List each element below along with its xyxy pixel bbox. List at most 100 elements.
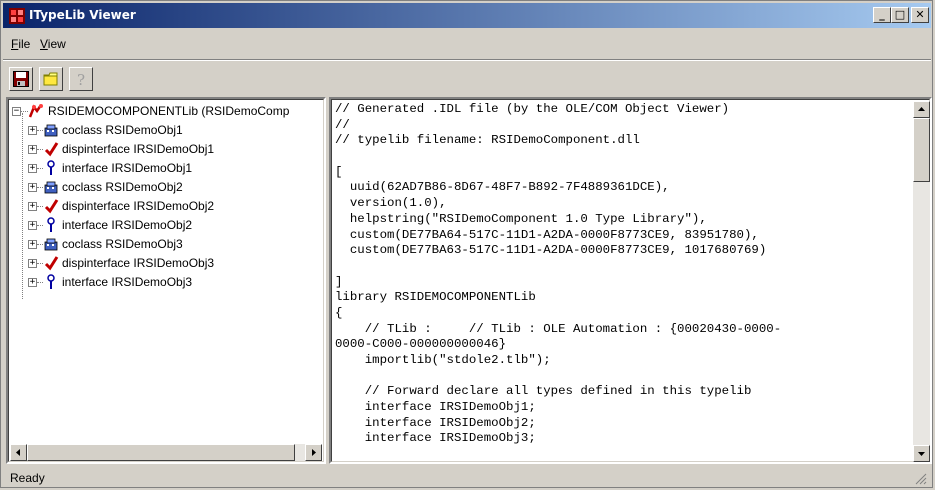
tree-node[interactable]: + interface IRSIDemoObj1 bbox=[8, 159, 324, 178]
expand-toggle[interactable]: + bbox=[28, 259, 37, 268]
expand-toggle[interactable]: + bbox=[28, 221, 37, 230]
scroll-left-button[interactable] bbox=[10, 444, 27, 461]
coclass-icon bbox=[44, 124, 58, 137]
maximize-button[interactable]: □ bbox=[891, 7, 909, 23]
minimize-button[interactable]: _ bbox=[873, 7, 891, 23]
code-line: interface IRSIDemoObj3; bbox=[335, 431, 536, 446]
tree-node[interactable]: + interface IRSIDemoObj2 bbox=[8, 216, 324, 235]
expand-toggle[interactable]: + bbox=[28, 183, 37, 192]
tree-node[interactable]: + coclass RSIDemoObj3 bbox=[8, 235, 324, 254]
tree-node-label: interface IRSIDemoObj2 bbox=[62, 218, 193, 232]
menu-file-label: ile bbox=[18, 37, 31, 51]
tree-node[interactable]: + dispinterface IRSIDemoObj2 bbox=[8, 197, 324, 216]
menu-view-mnemonic: V bbox=[40, 37, 48, 51]
main-window: ITypeLib Viewer _ □ ✕ File View ? − RSID… bbox=[0, 0, 933, 488]
help-button[interactable]: ? bbox=[69, 67, 93, 91]
code-line: helpstring("RSIDemoComponent 1.0 Type Li… bbox=[335, 211, 707, 226]
code-line: 0000-C000-000000000046} bbox=[335, 337, 507, 352]
code-line: interface IRSIDemoObj1; bbox=[335, 400, 536, 415]
tree-node-label: coclass RSIDemoObj1 bbox=[62, 123, 183, 137]
expand-toggle[interactable]: + bbox=[28, 164, 37, 173]
code-line: ] bbox=[335, 274, 343, 289]
arrow-right-icon bbox=[312, 449, 316, 456]
code-line: // Forward declare all types defined in … bbox=[335, 384, 752, 399]
menu-file[interactable]: File bbox=[11, 37, 30, 51]
dispinterface-icon bbox=[44, 199, 59, 214]
status-bar: Ready bbox=[3, 467, 931, 487]
arrow-left-icon bbox=[16, 449, 20, 456]
interface-icon bbox=[47, 160, 55, 175]
code-line: importlib("stdole2.tlb"); bbox=[335, 353, 551, 367]
scroll-down-button[interactable] bbox=[913, 445, 930, 462]
tree-node[interactable]: + coclass RSIDemoObj1 bbox=[8, 121, 324, 140]
tree-horizontal-scrollbar[interactable] bbox=[10, 444, 322, 461]
menu-view[interactable]: View bbox=[40, 37, 66, 51]
tree-node-label: dispinterface IRSIDemoObj2 bbox=[62, 199, 215, 213]
menu-bar: File View bbox=[3, 35, 931, 55]
dispinterface-icon bbox=[44, 256, 59, 271]
coclass-icon bbox=[44, 181, 58, 194]
code-line: [ bbox=[335, 164, 343, 179]
expand-toggle[interactable]: + bbox=[28, 126, 37, 135]
scroll-thumb[interactable] bbox=[27, 444, 295, 461]
tree-connector bbox=[21, 111, 28, 113]
tree-node-label: RSIDEMOCOMPONENTLib (RSIDemoComp bbox=[48, 104, 290, 118]
tree-node[interactable]: + coclass RSIDemoObj2 bbox=[8, 178, 324, 197]
close-button[interactable]: ✕ bbox=[911, 7, 929, 23]
tree-node[interactable]: + dispinterface IRSIDemoObj3 bbox=[8, 254, 324, 273]
tree-node-label: interface IRSIDemoObj3 bbox=[62, 275, 193, 289]
code-line: // bbox=[335, 117, 350, 132]
svg-text:?: ? bbox=[77, 71, 85, 87]
collapse-toggle[interactable]: − bbox=[12, 107, 21, 116]
tree-node[interactable]: + interface IRSIDemoObj3 bbox=[8, 273, 324, 292]
arrow-down-icon bbox=[918, 452, 925, 456]
code-vertical-scrollbar[interactable] bbox=[913, 101, 930, 462]
code-line: library RSIDEMOCOMPONENTLib bbox=[335, 290, 536, 305]
menu-view-label: iew bbox=[47, 37, 66, 51]
tree-node-label: coclass RSIDemoObj2 bbox=[62, 180, 183, 194]
scroll-up-button[interactable] bbox=[913, 101, 930, 118]
scroll-thumb[interactable] bbox=[913, 118, 930, 182]
interface-icon bbox=[47, 217, 55, 232]
help-icon: ? bbox=[77, 71, 85, 87]
tree-node-label: dispinterface IRSIDemoObj1 bbox=[62, 142, 215, 156]
open-button[interactable] bbox=[39, 67, 63, 91]
idl-source-pane[interactable]: // Generated .IDL file (by the OLE/COM O… bbox=[329, 97, 932, 464]
resize-grip-icon[interactable] bbox=[915, 473, 927, 485]
idl-source-text[interactable]: // Generated .IDL file (by the OLE/COM O… bbox=[335, 102, 781, 447]
type-tree-pane: − RSIDEMOCOMPONENTLib (RSIDemoComp + cocl… bbox=[6, 97, 326, 464]
code-line: custom(DE77BA64-517C-11D1-A2DA-0000F8773… bbox=[335, 227, 759, 242]
code-line: uuid(62AD7B86-8D67-48F7-B892-7F4889361DC… bbox=[335, 180, 670, 195]
code-line: interface IRSIDemoObj2; bbox=[335, 415, 536, 430]
arrow-up-icon bbox=[918, 107, 925, 111]
expand-toggle[interactable]: + bbox=[28, 145, 37, 154]
code-line: // TLib : // TLib : OLE Automation : {00… bbox=[335, 321, 782, 336]
tree-node[interactable]: + dispinterface IRSIDemoObj1 bbox=[8, 140, 324, 159]
tree-node-label: interface IRSIDemoObj1 bbox=[62, 161, 193, 175]
window-title: ITypeLib Viewer bbox=[29, 8, 136, 22]
interface-icon bbox=[47, 274, 55, 289]
expand-toggle[interactable]: + bbox=[28, 240, 37, 249]
tree-node-root[interactable]: − RSIDEMOCOMPONENTLib (RSIDemoComp bbox=[8, 102, 324, 121]
library-icon bbox=[28, 104, 43, 118]
code-line: // typelib filename: RSIDemoComponent.dl… bbox=[335, 133, 640, 148]
dispinterface-icon bbox=[44, 142, 59, 157]
code-line: { bbox=[335, 305, 343, 320]
app-icon bbox=[9, 8, 25, 24]
code-line: // Generated .IDL file (by the OLE/COM O… bbox=[335, 102, 730, 116]
expand-toggle[interactable]: + bbox=[28, 202, 37, 211]
coclass-icon bbox=[44, 238, 58, 251]
expand-toggle[interactable]: + bbox=[28, 278, 37, 287]
open-folder-icon bbox=[43, 72, 58, 86]
tree-node-label: dispinterface IRSIDemoObj3 bbox=[62, 256, 215, 270]
save-button[interactable] bbox=[9, 67, 33, 91]
tree-node-label: coclass RSIDemoObj3 bbox=[62, 237, 183, 251]
scroll-right-button[interactable] bbox=[305, 444, 322, 461]
code-line: custom(DE77BA63-517C-11D1-A2DA-0000F8773… bbox=[335, 243, 767, 258]
toolbar: ? bbox=[3, 61, 931, 95]
title-bar[interactable]: ITypeLib Viewer _ □ ✕ bbox=[3, 3, 931, 28]
code-line: version(1.0), bbox=[335, 196, 447, 211]
save-icon bbox=[13, 71, 29, 87]
